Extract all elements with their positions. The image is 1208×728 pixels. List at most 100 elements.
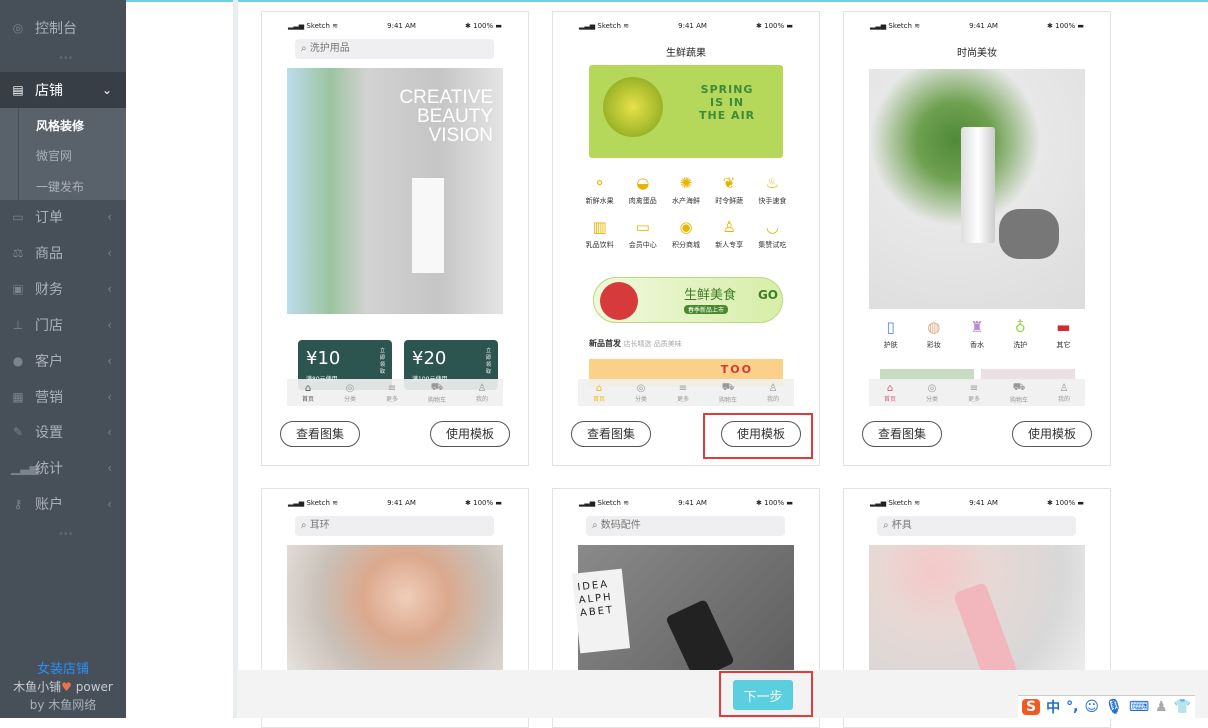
users-icon: ● [12,354,24,368]
powered-by: 木鱼小铺 [13,680,62,694]
hero-image: IDEA ALPH ABET [571,545,794,682]
sidebar-item-products[interactable]: ⚖ 商品 ‹ [0,235,126,271]
hero-image [869,69,1085,309]
chevron-left-icon: ‹ [107,425,112,439]
top-accent-line [0,0,1208,2]
submenu-item-microsite[interactable]: 微官网 [36,147,72,164]
compass-icon: ◎ [12,21,24,35]
view-gallery-button[interactable]: 查看图集 [280,421,360,447]
category-item: ▭ 会员中心 [628,218,657,249]
microphone-icon[interactable]: 🎙 [1105,699,1123,715]
wrench-icon: ✎ [12,425,24,439]
search-bar: ⌕ 耳环 [295,516,494,536]
phone-tabbar: ⌂ 首页 ◎ 分类 ≡ 更多 ⛟ 购物车 ♙ 我的 [287,379,503,406]
sidebar: ◎ 控制台 ••• ▤ 店铺 ⌄ 风格装修 微官网 一键发布 ▭ 订单 ‹ ⚖ 商品 ‹ ▣ 财… [0,0,126,718]
emoji-icon[interactable]: ☺ [1084,699,1099,715]
menu-icon: ≡ [678,382,688,394]
chevron-left-icon: ‹ [107,390,112,404]
promo-banner: 生鲜美食 春季新品上市 GO [593,277,783,323]
category-item: ◡ 集赞试吃 [758,218,787,249]
collapse-dots[interactable]: ••• [58,530,74,540]
panel-divider [233,0,238,718]
eye-icon: ◎ [927,382,937,394]
category-item: ✺ 水产海鲜 [671,174,700,205]
key-icon: ⚷ [13,497,23,511]
collapse-dots[interactable]: ••• [58,54,74,64]
submenu-item-publish[interactable]: 一键发布 [36,178,84,195]
cart-icon: ⛟ [430,381,444,393]
menu-icon: ≡ [387,382,397,394]
submenu-item-style[interactable]: 风格装修 [36,117,84,134]
view-gallery-button[interactable]: 查看图集 [571,421,651,447]
home-icon: ⌂ [886,382,894,394]
user-icon: ♙ [1059,382,1069,394]
chevron-left-icon: ‹ [107,497,112,511]
status-bar: ▂▃▅ Sketch ≋ 9:41 AM ✱ 100% ▬ [579,22,793,30]
sidebar-item-account[interactable]: ⚷ 账户 ‹ [0,486,126,522]
menu-icon: ≡ [969,382,979,394]
use-template-button[interactable]: 使用模板 [1012,421,1092,447]
sogou-logo-icon[interactable]: S [1022,699,1041,715]
category-item: ⚬ 新鲜水果 [585,174,614,205]
hero-image: CREATIVE BEAUTY VISION [287,68,503,314]
sidebar-item-dashboard[interactable]: ◎ 控制台 [0,10,126,46]
ime-toolbar: S 中 °, ☺ 🎙 ⌨ ♟ 👕 [1018,695,1196,718]
sidebar-item-shop[interactable]: ▤ 店铺 ⌄ [0,72,126,108]
page-title: 生鲜蔬果 [666,48,706,59]
signal-icon: ▁▃▅ [11,461,39,475]
eye-icon: ◎ [345,382,355,394]
chevron-left-icon: ‹ [107,318,112,332]
category-item: ▯ 护肤 [883,318,898,349]
category-item: ◉ 积分商城 [671,218,700,249]
skin-icon[interactable]: 👕 [1174,699,1191,715]
sidebar-item-marketing[interactable]: ▦ 营销 ‹ [0,379,126,415]
hero-image [287,545,503,675]
user-icon: ♙ [477,382,487,394]
heart-icon: ♥ [61,680,72,694]
chevron-left-icon: ‹ [107,282,112,296]
user-icon[interactable]: ♟ [1155,699,1168,715]
status-bar: ▂▃▅ Sketch ≋ 9:41 AM ✱ 100% ▬ [288,22,502,30]
category-grid: ▯ 护肤 ◍ 彩妆 ♜ 香水 ♁ 洗护 ▬ 其它 [869,318,1085,350]
ime-mode[interactable]: 中 [1046,697,1060,717]
status-bar: ▂▃▅ Sketch ≋ 9:41 AM ✱ 100% ▬ [288,499,502,507]
view-gallery-button[interactable]: 查看图集 [862,421,942,447]
page-title: 时尚美妆 [957,48,997,59]
sidebar-item-finance[interactable]: ▣ 财务 ‹ [0,271,126,307]
status-bar: ▂▃▅ Sketch ≋ 9:41 AM ✱ 100% ▬ [579,499,793,507]
category-item: ♙ 新人专享 [715,218,744,249]
money-icon: ▭ [12,210,24,224]
keyboard-icon[interactable]: ⌨ [1129,699,1149,715]
sidebar-item-orders[interactable]: ▭ 订单 ‹ [0,199,126,235]
category-item: ❦ 时令鲜蔬 [715,174,744,205]
user-icon: ♙ [768,382,778,394]
hero-image [869,545,1085,688]
category-item: ♁ 洗护 [1013,318,1028,349]
template-card-cosmetics: ▂▃▅ Sketch ≋ 9:41 AM ✱ 100% ▬ 时尚美妆 ▯ 护肤 ◍ 彩妆… [843,11,1111,466]
category-item: ♨ 快手速食 [758,174,787,205]
category-item: ◒ 肉禽蛋品 [628,174,657,205]
sidebar-item-stores[interactable]: ⊥ 门店 ‹ [0,307,126,343]
chevron-down-icon: ⌄ [101,83,112,97]
scale-icon: ⚖ [12,246,24,260]
company-credit: by 木鱼网络 [29,698,97,712]
shop-name[interactable]: 女装店铺 [0,658,126,677]
search-bar: ⌕ 数码配件 [586,516,785,536]
category-item: ▬ 其它 [1056,318,1071,349]
category-item: ▥ 乳品饮料 [585,218,614,249]
sidebar-item-stats[interactable]: ▁▃▅ 统计 ‹ [0,450,126,486]
chevron-left-icon: ‹ [107,354,112,368]
use-template-button[interactable]: 使用模板 [430,421,510,447]
cart-icon: ⛟ [1012,381,1026,393]
category-item: ♜ 香水 [969,318,984,349]
sidebar-item-customers[interactable]: ● 客户 ‹ [0,343,126,379]
template-card-beauty: ▂▃▅ Sketch ≋ 9:41 AM ✱ 100% ▬ ⌕ 洗护用品 CREAT… [261,11,529,466]
chevron-left-icon: ‹ [107,246,112,260]
chevron-left-icon: ‹ [107,461,112,475]
phone-tabbar: ⌂ 首页 ◎ 分类 ≡ 更多 ⛟ 购物车 ♙ 我的 [869,379,1085,406]
sidebar-item-settings[interactable]: ✎ 设置 ‹ [0,414,126,450]
submenu: 风格装修 微官网 一键发布 [0,108,126,200]
ime-punct[interactable]: °, [1066,699,1078,715]
status-bar: ▂▃▅ Sketch ≋ 9:41 AM ✱ 100% ▬ [870,22,1084,30]
cart-icon: ⛟ [721,381,735,393]
